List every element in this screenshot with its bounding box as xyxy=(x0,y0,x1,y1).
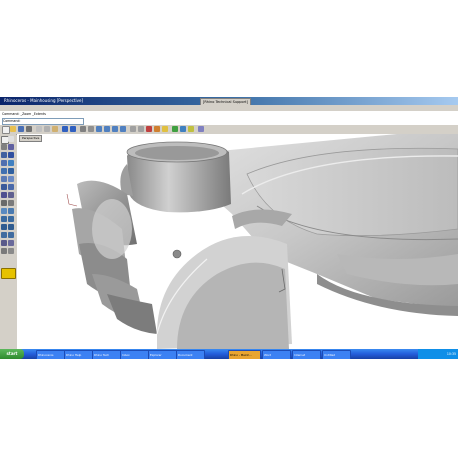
taskbar-item[interactable]: Internet xyxy=(292,350,321,359)
window-title: Rhinoceros - Mainhousing [Perspective] xyxy=(4,98,84,103)
point-icon[interactable] xyxy=(8,136,14,142)
taskbar-item[interactable]: Inbox xyxy=(120,350,149,359)
analyze-icon[interactable] xyxy=(8,248,14,254)
taskbar-item[interactable]: Word xyxy=(262,350,291,359)
print-icon[interactable] xyxy=(26,126,32,132)
explode-icon[interactable] xyxy=(8,208,14,214)
object-properties-icon[interactable] xyxy=(180,126,186,132)
text-icon[interactable] xyxy=(8,168,14,174)
polyline-icon[interactable] xyxy=(1,144,7,150)
cylinder-icon[interactable] xyxy=(1,192,7,198)
viewport-tab-perspective[interactable]: Perspective xyxy=(19,135,43,142)
rotate-view-icon[interactable] xyxy=(88,126,94,132)
loft-icon[interactable] xyxy=(8,176,14,182)
perspective-viewport[interactable]: Perspective xyxy=(17,134,458,349)
shaded-icon[interactable] xyxy=(154,126,160,132)
rotate-icon[interactable] xyxy=(1,224,7,230)
cut-icon[interactable] xyxy=(36,126,42,132)
command-area: Command: _Zoom _Extents Command: xyxy=(0,111,458,126)
curve-icon[interactable] xyxy=(8,144,14,150)
screen: Rhinoceros - Mainhousing [Perspective] [… xyxy=(0,97,458,359)
taskbar-item[interactable]: Rhino Tech xyxy=(92,350,121,359)
start-button[interactable]: start xyxy=(0,349,24,359)
surface-icon[interactable] xyxy=(1,176,7,182)
left-toolbar xyxy=(0,134,16,349)
notes-icon[interactable] xyxy=(1,268,16,279)
move-icon[interactable] xyxy=(1,216,7,222)
model-render xyxy=(66,134,458,349)
scale-icon[interactable] xyxy=(8,224,14,230)
open-file-icon[interactable] xyxy=(10,126,16,132)
sphere-icon[interactable] xyxy=(8,184,14,190)
system-tray-clock: 10:35 xyxy=(418,349,458,359)
taskbar: start Rhinoceros Rhino Help Rhino Tech I… xyxy=(0,349,458,359)
polygon-icon[interactable] xyxy=(1,168,7,174)
trim-icon[interactable] xyxy=(1,200,7,206)
array-icon[interactable] xyxy=(8,232,14,238)
taskbar-item[interactable]: Rhinoceros xyxy=(36,350,65,359)
zoom-window-icon[interactable] xyxy=(104,126,110,132)
circle-icon[interactable] xyxy=(1,152,7,158)
title-bar: Rhinoceros - Mainhousing [Perspective] [… xyxy=(0,97,458,106)
taskbar-item[interactable]: Rhino Help xyxy=(64,350,93,359)
rendered-icon[interactable] xyxy=(162,126,168,132)
zoom-extents-icon[interactable] xyxy=(112,126,118,132)
options-icon[interactable] xyxy=(188,126,194,132)
zoom-selected-icon[interactable] xyxy=(120,126,126,132)
split-icon[interactable] xyxy=(8,200,14,206)
undo-icon[interactable] xyxy=(62,126,68,132)
copy-object-icon[interactable] xyxy=(8,216,14,222)
taskbar-item[interactable]: Document xyxy=(176,350,205,359)
rectangle-icon[interactable] xyxy=(8,160,14,166)
mirror-icon[interactable] xyxy=(1,232,7,238)
zoom-icon[interactable] xyxy=(96,126,102,132)
intake-cylinder xyxy=(120,141,231,213)
taskbar-item[interactable]: Untitled xyxy=(322,350,351,359)
save-icon[interactable] xyxy=(18,126,24,132)
wireframe-icon[interactable] xyxy=(146,126,152,132)
join-icon[interactable] xyxy=(1,208,7,214)
paste-icon[interactable] xyxy=(52,126,58,132)
copy-icon[interactable] xyxy=(44,126,50,132)
layer-icon[interactable] xyxy=(172,126,178,132)
fillet-icon[interactable] xyxy=(1,240,7,246)
taskbar-item-active[interactable]: Rhino - Mainh... xyxy=(228,350,261,359)
offset-icon[interactable] xyxy=(8,240,14,246)
ellipse-icon[interactable] xyxy=(1,160,7,166)
dimension-icon[interactable] xyxy=(1,248,7,254)
arc-icon[interactable] xyxy=(8,152,14,158)
command-history: Command: _Zoom _Extents xyxy=(2,112,46,116)
redo-icon[interactable] xyxy=(70,126,76,132)
box-icon[interactable] xyxy=(1,184,7,190)
help-icon[interactable] xyxy=(198,126,204,132)
pan-icon[interactable] xyxy=(80,126,86,132)
maximize-viewport-icon[interactable] xyxy=(138,126,144,132)
new-file-icon[interactable] xyxy=(2,126,10,134)
mesh-icon[interactable] xyxy=(8,192,14,198)
taskbar-item[interactable]: Explorer xyxy=(148,350,177,359)
four-viewports-icon[interactable] xyxy=(130,126,136,132)
command-input[interactable]: Command: xyxy=(2,118,84,125)
